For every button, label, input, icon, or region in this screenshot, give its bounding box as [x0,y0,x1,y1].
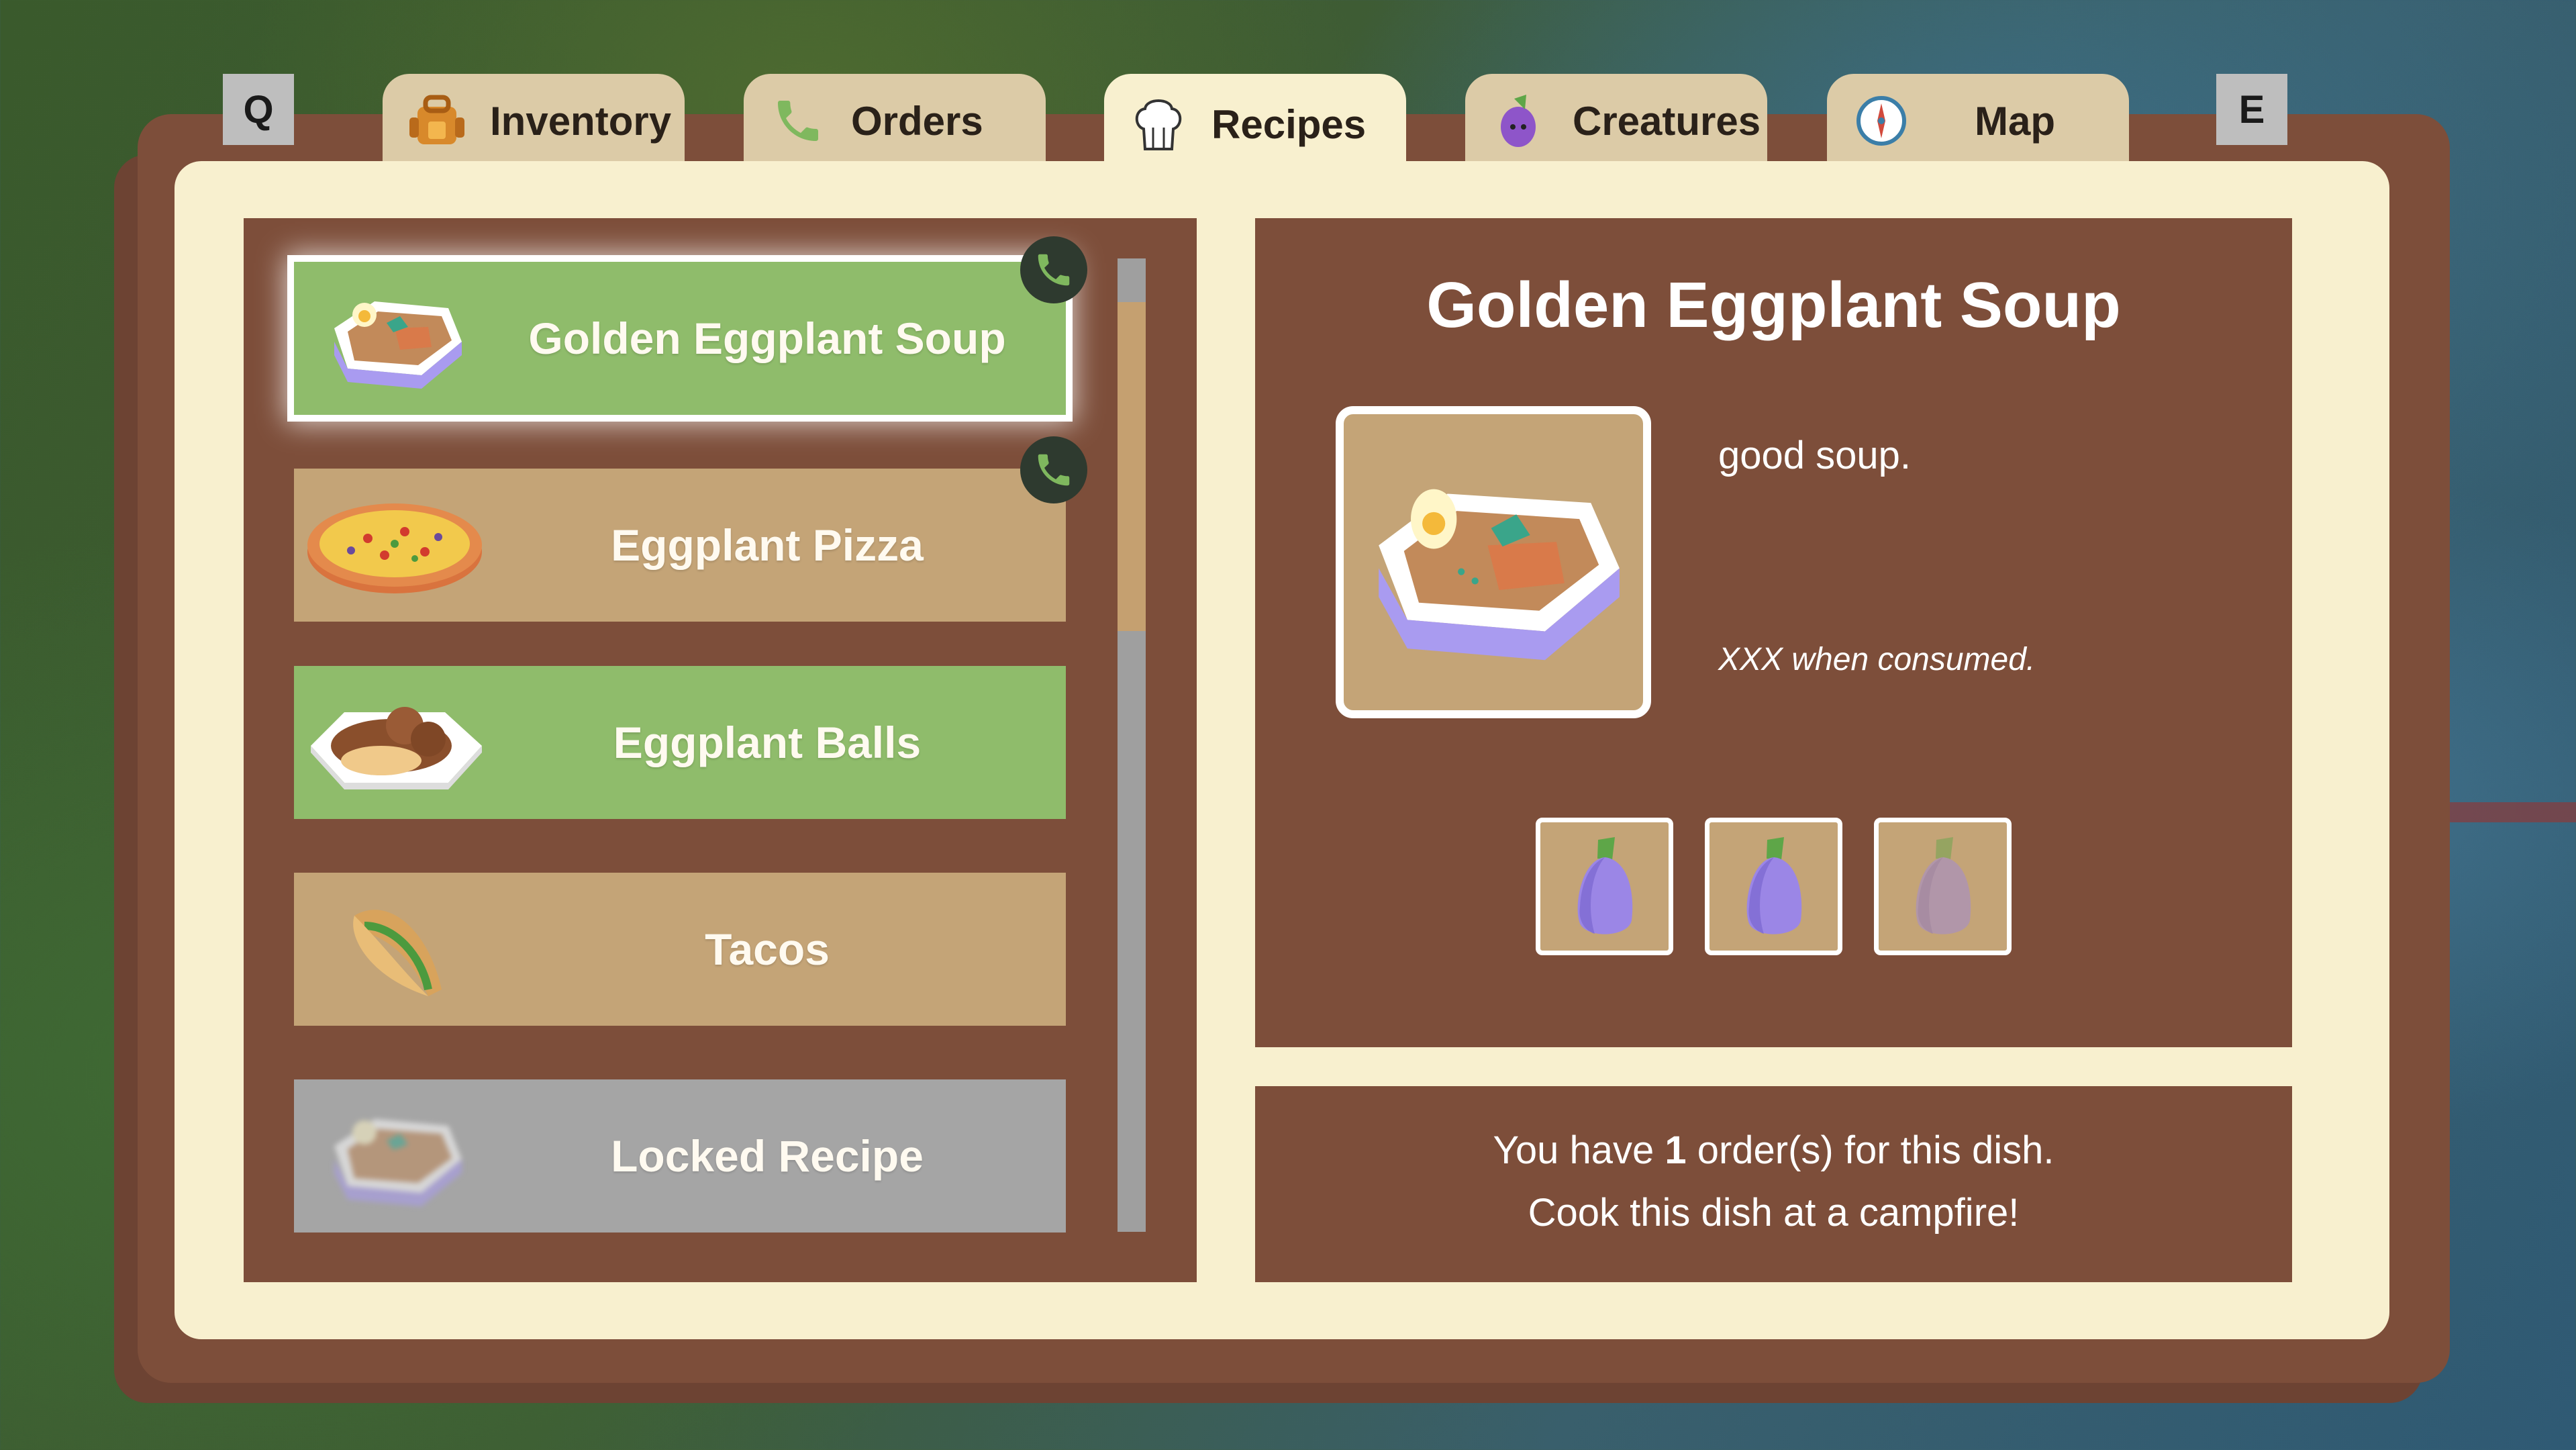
chef-hat-icon [1128,94,1189,154]
order-phone-icon [1020,436,1087,503]
compass-icon [1851,91,1912,151]
recipe-description: good soup. [1718,434,1912,477]
ingredient-slot [1874,818,2012,955]
tab-map[interactable]: Map [1827,74,2129,168]
recipe-item-eggplant-balls[interactable]: Eggplant Balls [294,666,1066,819]
recipe-item-golden-eggplant-soup[interactable]: Golden Eggplant Soup [287,255,1073,422]
ingredient-slot [1705,818,1842,955]
eggplant-icon [1489,91,1550,151]
pizza-icon [294,469,495,622]
background-stripe [2450,802,2576,822]
scrollbar-thumb[interactable] [1118,302,1146,631]
tab-label: Inventory [490,98,672,144]
eggplant-balls-plate-icon [294,666,495,819]
recipe-title: Golden Eggplant Soup [1426,269,2121,341]
tab-label: Recipes [1211,101,1367,147]
recipe-item-eggplant-pizza[interactable]: Eggplant Pizza [294,469,1066,622]
ingredient-slot [1536,818,1673,955]
recipe-effect: XXX when consumed. [1718,642,2036,677]
orders-count-text: You have 1 order(s) for this dish. [1493,1128,2054,1172]
soup-bowl-icon [294,1079,495,1232]
orders-info-panel: You have 1 order(s) for this dish. Cook … [1255,1086,2292,1282]
tab-creatures[interactable]: Creatures [1465,74,1767,168]
recipe-label: Eggplant Pizza [611,520,924,570]
eggplant-icon [1746,836,1801,934]
recipe-item-tacos[interactable]: Tacos [294,873,1066,1026]
recipe-label: Eggplant Balls [613,718,922,767]
cook-instruction-text: Cook this dish at a campfire! [1528,1191,2020,1235]
taco-icon [294,873,495,1026]
tab-recipes[interactable]: Recipes [1104,74,1406,175]
phone-icon [768,91,828,151]
prev-tab-key[interactable]: Q [223,74,294,145]
tab-label: Map [1975,98,2055,144]
eggplant-icon [1916,836,1971,934]
eggplant-icon [1577,836,1632,934]
recipe-label: Tacos [705,924,830,974]
recipe-item-locked[interactable]: Locked Recipe [294,1079,1066,1232]
tab-orders[interactable]: Orders [744,74,1046,168]
order-phone-icon [1020,236,1087,303]
soup-bowl-icon [1336,406,1651,718]
tab-label: Creatures [1573,98,1761,144]
orders-count: 1 [1665,1128,1687,1172]
soup-bowl-icon [294,262,495,415]
recipe-label: Golden Eggplant Soup [528,313,1006,363]
next-tab-key[interactable]: E [2216,74,2287,145]
tab-inventory[interactable]: Inventory [383,74,685,168]
backpack-icon [407,91,467,151]
recipe-label: Locked Recipe [611,1131,924,1181]
tab-label: Orders [851,98,983,144]
